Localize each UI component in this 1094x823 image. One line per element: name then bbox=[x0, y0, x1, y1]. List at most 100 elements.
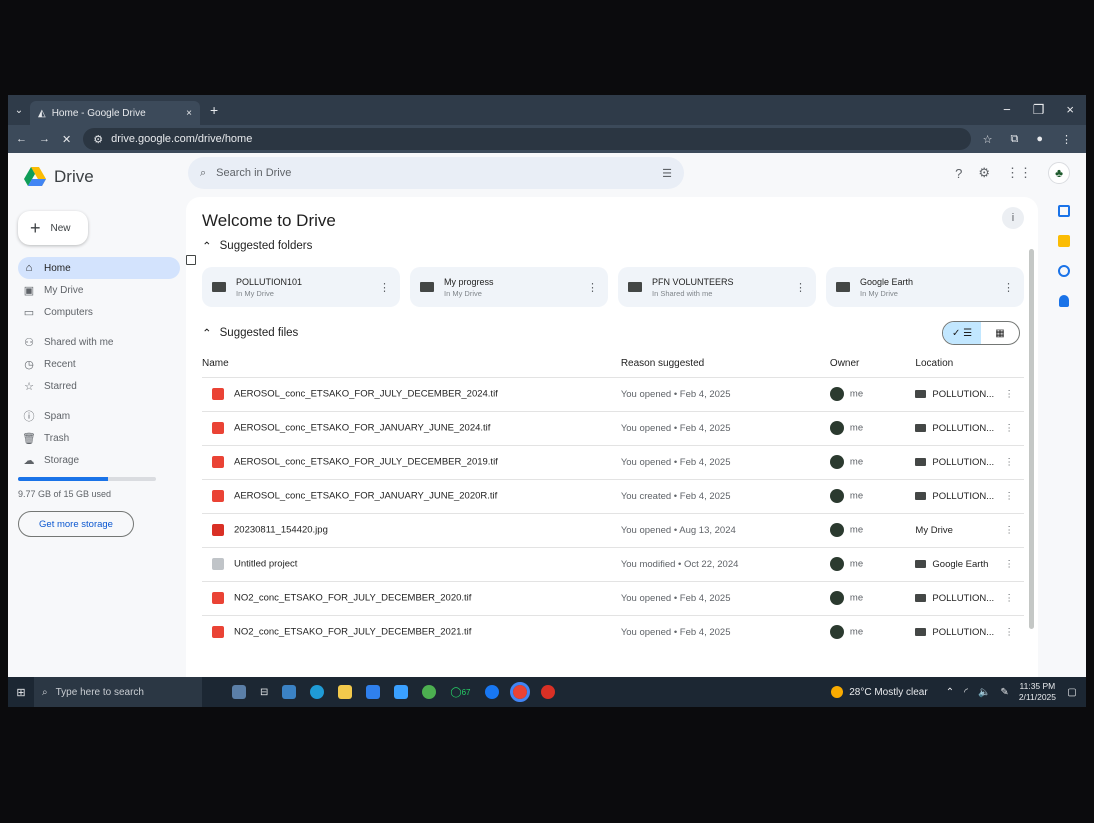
sidebar-item-storage[interactable]: ☁ Storage bbox=[18, 449, 186, 471]
whatsapp-icon[interactable]: ◯67 bbox=[450, 687, 470, 698]
file-location[interactable]: POLLUTION... bbox=[932, 389, 994, 400]
stop-icon[interactable]: ✕ bbox=[62, 133, 71, 146]
pen-icon[interactable]: ✎ bbox=[1000, 687, 1008, 698]
extensions-icon[interactable]: ⧉ bbox=[1010, 133, 1018, 146]
list-view-icon[interactable]: ✓ ☰ bbox=[943, 322, 981, 344]
chrome-icon[interactable] bbox=[509, 682, 530, 702]
scrollbar[interactable] bbox=[1029, 249, 1034, 629]
file-location[interactable]: POLLUTION... bbox=[932, 491, 994, 502]
url-field[interactable]: ⚙ drive.google.com/drive/home bbox=[83, 128, 971, 150]
browser-tab[interactable]: ◭ Home - Google Drive × bbox=[30, 101, 200, 125]
file-location[interactable]: POLLUTION... bbox=[932, 423, 994, 434]
more-options-icon[interactable]: ⋮ bbox=[587, 281, 598, 294]
new-button[interactable]: + New bbox=[18, 211, 88, 245]
keep-icon[interactable] bbox=[1058, 235, 1070, 247]
site-info-icon[interactable]: ⚙ bbox=[93, 133, 103, 146]
more-options-icon[interactable]: ⋮ bbox=[379, 281, 390, 294]
more-options-icon[interactable]: ⋮ bbox=[994, 546, 1024, 581]
file-location[interactable]: Google Earth bbox=[932, 559, 988, 570]
file-location[interactable]: My Drive bbox=[915, 525, 952, 536]
taskbar-search[interactable]: ⌕ Type here to search bbox=[34, 677, 202, 707]
table-row[interactable]: NO2_conc_ETSAKO_FOR_JULY_DECEMBER_2021.t… bbox=[202, 614, 1024, 649]
calendar-icon[interactable] bbox=[1058, 205, 1070, 217]
profile-icon[interactable]: ● bbox=[1036, 133, 1043, 146]
grid-view-icon[interactable]: ▦ bbox=[981, 322, 1019, 344]
sidebar-item-starred[interactable]: ☆ Starred bbox=[18, 375, 186, 397]
windows-start-icon[interactable]: ⊞ bbox=[8, 686, 34, 699]
file-explorer-icon[interactable] bbox=[338, 685, 353, 699]
sidebar-item-my-drive[interactable]: ▣ My Drive bbox=[18, 279, 186, 301]
forward-icon[interactable]: → bbox=[39, 133, 50, 145]
folder-card[interactable]: PFN VOLUNTEERS In Shared with me ⋮ bbox=[618, 267, 816, 307]
app-icon[interactable] bbox=[394, 685, 409, 699]
back-icon[interactable]: ← bbox=[16, 133, 27, 145]
tab-search-icon[interactable]: ⌄ bbox=[8, 105, 30, 116]
search-options-icon[interactable]: ☰ bbox=[662, 167, 672, 180]
column-header-name[interactable]: Name bbox=[202, 351, 621, 377]
bookmark-star-icon[interactable]: ☆ bbox=[983, 133, 993, 146]
facebook-icon[interactable] bbox=[484, 685, 499, 699]
sidebar-item-home[interactable]: ⌂ Home bbox=[18, 257, 180, 279]
weather-widget[interactable]: 28°C Mostly clear bbox=[831, 686, 928, 698]
search-input[interactable]: ⌕ Search in Drive ☰ bbox=[188, 157, 684, 189]
file-location[interactable]: POLLUTION... bbox=[932, 593, 994, 604]
more-options-icon[interactable]: ⋮ bbox=[795, 281, 806, 294]
table-row[interactable]: AEROSOL_conc_ETSAKO_FOR_JULY_DECEMBER_20… bbox=[202, 376, 1024, 411]
more-options-icon[interactable]: ⋮ bbox=[994, 614, 1024, 649]
browser-menu-icon[interactable]: ⋮ bbox=[1061, 133, 1072, 146]
search-icon[interactable]: ⌕ bbox=[200, 167, 206, 180]
wifi-icon[interactable]: ◜ bbox=[964, 687, 968, 698]
volume-icon[interactable]: 🔈 bbox=[978, 687, 990, 698]
suggested-folders-header[interactable]: ⌃ Suggested folders bbox=[202, 239, 1024, 253]
sidebar-item-trash[interactable]: 🗑 Trash bbox=[18, 427, 186, 449]
duolingo-icon[interactable] bbox=[422, 685, 437, 699]
new-tab-button[interactable]: + bbox=[210, 102, 218, 118]
app-icon[interactable] bbox=[540, 685, 555, 699]
sidebar-item-recent[interactable]: ◷ Recent bbox=[18, 353, 186, 375]
file-location[interactable]: POLLUTION... bbox=[932, 457, 994, 468]
sidebar-item-shared[interactable]: ⚇ Shared with me bbox=[18, 331, 186, 353]
drive-logo[interactable]: Drive bbox=[24, 161, 186, 193]
more-options-icon[interactable]: ⋮ bbox=[994, 512, 1024, 547]
table-row[interactable]: NO2_conc_ETSAKO_FOR_JULY_DECEMBER_2020.t… bbox=[202, 580, 1024, 615]
app-icon[interactable] bbox=[282, 685, 297, 699]
table-row[interactable]: AEROSOL_conc_ETSAKO_FOR_JULY_DECEMBER_20… bbox=[202, 444, 1024, 479]
folder-card[interactable]: Google Earth In My Drive ⋮ bbox=[826, 267, 1024, 307]
notifications-icon[interactable]: ▢ bbox=[1064, 687, 1086, 698]
table-row[interactable]: 20230811_154420.jpg You opened • Aug 13, … bbox=[186, 255, 1024, 547]
more-options-icon[interactable]: ⋮ bbox=[994, 478, 1024, 513]
apps-grid-icon[interactable]: ⋮⋮ bbox=[1006, 165, 1032, 181]
task-view-icon[interactable]: ⊟ bbox=[260, 687, 268, 698]
suggested-files-toggle[interactable]: ⌃ Suggested files bbox=[202, 326, 298, 340]
clock[interactable]: 11:35 PM 2/11/2025 bbox=[1019, 681, 1064, 703]
maximize-icon[interactable]: ❐ bbox=[1033, 102, 1045, 118]
more-options-icon[interactable]: ⋮ bbox=[994, 376, 1024, 411]
get-more-storage-button[interactable]: Get more storage bbox=[18, 511, 134, 537]
minimize-icon[interactable]: − bbox=[1003, 102, 1011, 118]
folder-card[interactable]: My progress In My Drive ⋮ bbox=[410, 267, 608, 307]
close-window-icon[interactable]: × bbox=[1066, 102, 1074, 118]
more-options-icon[interactable]: ⋮ bbox=[994, 580, 1024, 615]
settings-gear-icon[interactable]: ⚙ bbox=[978, 165, 990, 181]
more-options-icon[interactable]: ⋮ bbox=[994, 444, 1024, 479]
file-location[interactable]: POLLUTION... bbox=[932, 627, 994, 638]
table-row[interactable]: AEROSOL_conc_ETSAKO_FOR_JANUARY_JUNE_202… bbox=[202, 410, 1024, 445]
more-options-icon[interactable]: ⋮ bbox=[994, 410, 1024, 445]
folder-card[interactable]: POLLUTION101 In My Drive ⋮ bbox=[202, 267, 400, 307]
sidebar-item-computers[interactable]: ▭ Computers bbox=[18, 301, 186, 323]
sidebar-item-spam[interactable]: ⓘ Spam bbox=[18, 405, 186, 427]
weather-widget-icon[interactable] bbox=[232, 685, 246, 699]
chevron-up-icon[interactable]: ⌃ bbox=[946, 687, 954, 698]
store-icon[interactable] bbox=[366, 685, 381, 699]
tasks-icon[interactable] bbox=[1058, 265, 1070, 277]
avatar[interactable]: ♣ bbox=[1048, 162, 1070, 184]
more-options-icon[interactable]: ⋮ bbox=[1003, 281, 1014, 294]
edge-icon[interactable] bbox=[310, 685, 325, 699]
table-row[interactable]: Untitled project You modified • Oct 22, 2… bbox=[202, 546, 1024, 581]
my-drive-icon: ▣ bbox=[23, 284, 35, 297]
contacts-icon[interactable] bbox=[1059, 295, 1069, 307]
help-icon[interactable]: ? bbox=[955, 166, 962, 181]
tab-close-icon[interactable]: × bbox=[186, 108, 192, 119]
table-row[interactable]: AEROSOL_conc_ETSAKO_FOR_JANUARY_JUNE_202… bbox=[202, 478, 1024, 513]
info-icon[interactable]: i bbox=[1002, 207, 1024, 229]
